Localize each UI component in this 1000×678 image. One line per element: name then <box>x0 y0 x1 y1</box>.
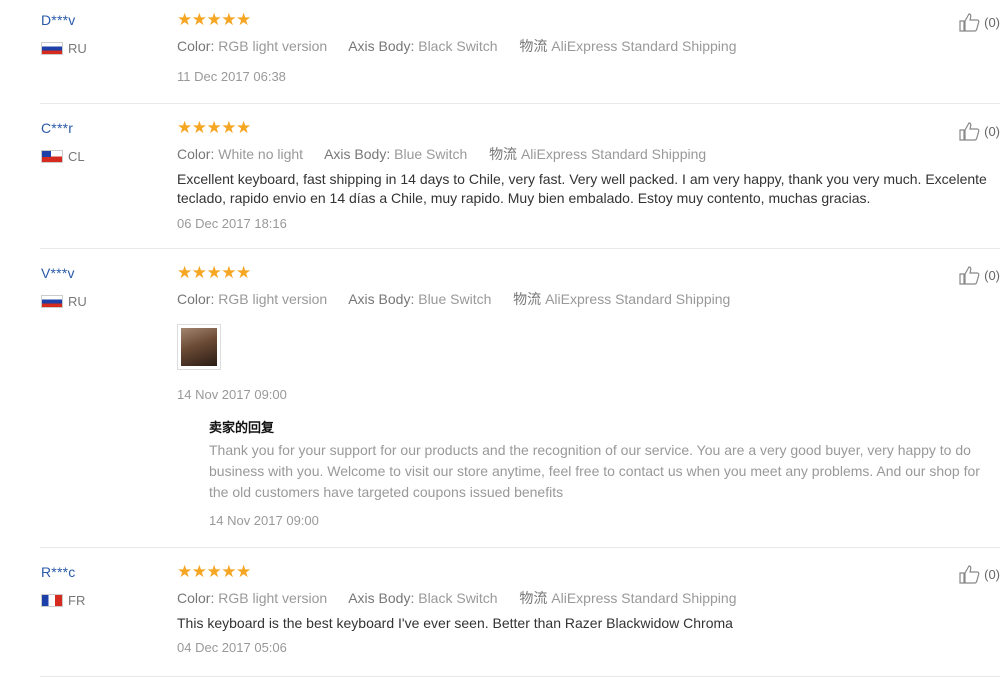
review-text: This keyboard is the best keyboard I've … <box>177 615 733 631</box>
attr-key: 物流 <box>519 38 548 54</box>
attr-value: RGB light version <box>218 590 328 606</box>
thumbs-up-icon <box>959 13 980 32</box>
helpful-count: (0) <box>984 267 1000 283</box>
review-date: 06 Dec 2017 18:16 <box>177 216 287 231</box>
attr-key: Color: <box>177 291 215 307</box>
attr-value: AliExpress Standard Shipping <box>551 38 737 54</box>
review-date: 14 Nov 2017 09:00 <box>177 387 287 402</box>
sku-attributes: Color: White no light Axis Body: Blue Sw… <box>177 144 706 164</box>
helpful-button[interactable]: (0) <box>958 265 1000 285</box>
reviewer-name[interactable]: D***v <box>41 12 75 28</box>
country-code: RU <box>68 41 87 56</box>
attr-key: Axis Body: <box>348 590 415 606</box>
attr-value: Black Switch <box>418 38 498 54</box>
reviewer-country: RU <box>41 41 87 56</box>
thumbs-up-icon <box>959 565 980 584</box>
attr-key: 物流 <box>489 146 518 162</box>
review-item: V***v RU ★★★★★ Color: RGB light version … <box>40 249 1000 547</box>
seller-reply-date: 14 Nov 2017 09:00 <box>209 513 319 528</box>
reviewer-name[interactable]: C***r <box>41 120 73 136</box>
country-code: CL <box>68 149 85 164</box>
attr-value: Blue Switch <box>394 146 468 162</box>
france-flag-icon <box>41 594 63 607</box>
seller-reply-title: 卖家的回复 <box>209 420 275 435</box>
review-item: D***v RU ★★★★★ Color: RGB light version … <box>40 0 1000 104</box>
reviewer-name[interactable]: V***v <box>41 265 75 281</box>
attr-key: Axis Body: <box>348 38 415 54</box>
seller-reply-text: Thank you for your support for our produ… <box>209 442 980 500</box>
star-rating: ★★★★★ <box>177 562 251 581</box>
helpful-button[interactable]: (0) <box>958 564 1000 584</box>
attr-value: Blue Switch <box>418 291 492 307</box>
review-date: 11 Dec 2017 06:38 <box>177 69 286 84</box>
star-rating: ★★★★★ <box>177 10 251 29</box>
attr-value: AliExpress Standard Shipping <box>545 291 731 307</box>
thumbs-up-icon <box>959 122 980 141</box>
divider <box>40 676 1000 677</box>
chile-flag-icon <box>41 150 63 163</box>
helpful-count: (0) <box>984 566 1000 582</box>
attr-key: Color: <box>177 146 215 162</box>
helpful-count: (0) <box>984 14 1000 30</box>
review-text: Excellent keyboard, fast shipping in 14 … <box>177 171 987 206</box>
reviewer-country: FR <box>41 593 85 608</box>
review-item: C***r CL ★★★★★ Color: White no light Axi… <box>40 104 1000 249</box>
attr-key: Axis Body: <box>324 146 391 162</box>
star-rating: ★★★★★ <box>177 118 251 137</box>
attr-value: RGB light version <box>218 38 328 54</box>
reviewer-name[interactable]: R***c <box>41 564 75 580</box>
review-item: R***c FR ★★★★★ Color: RGB light version … <box>40 548 1000 678</box>
review-photo-thumbnail[interactable] <box>177 324 221 370</box>
attr-key: 物流 <box>513 291 542 307</box>
attr-key: Color: <box>177 590 215 606</box>
helpful-button[interactable]: (0) <box>958 12 1000 32</box>
sku-attributes: Color: RGB light version Axis Body: Blac… <box>177 36 737 56</box>
russia-flag-icon <box>41 295 63 308</box>
attr-key: 物流 <box>519 590 548 606</box>
russia-flag-icon <box>41 42 63 55</box>
helpful-count: (0) <box>984 123 1000 139</box>
reviewer-country: CL <box>41 149 85 164</box>
sku-attributes: Color: RGB light version Axis Body: Blac… <box>177 588 737 608</box>
attr-value: RGB light version <box>218 291 328 307</box>
review-date: 04 Dec 2017 05:06 <box>177 640 287 655</box>
star-rating: ★★★★★ <box>177 263 251 282</box>
sku-attributes: Color: RGB light version Axis Body: Blue… <box>177 289 730 309</box>
photo-image <box>181 328 217 366</box>
attr-key: Axis Body: <box>348 291 415 307</box>
attr-value: White no light <box>218 146 304 162</box>
attr-value: Black Switch <box>418 590 498 606</box>
reviewer-country: RU <box>41 294 87 309</box>
attr-key: Color: <box>177 38 215 54</box>
country-code: RU <box>68 294 87 309</box>
country-code: FR <box>68 593 86 608</box>
attr-value: AliExpress Standard Shipping <box>551 590 737 606</box>
helpful-button[interactable]: (0) <box>958 121 1000 141</box>
thumbs-up-icon <box>959 266 980 285</box>
attr-value: AliExpress Standard Shipping <box>520 146 707 162</box>
